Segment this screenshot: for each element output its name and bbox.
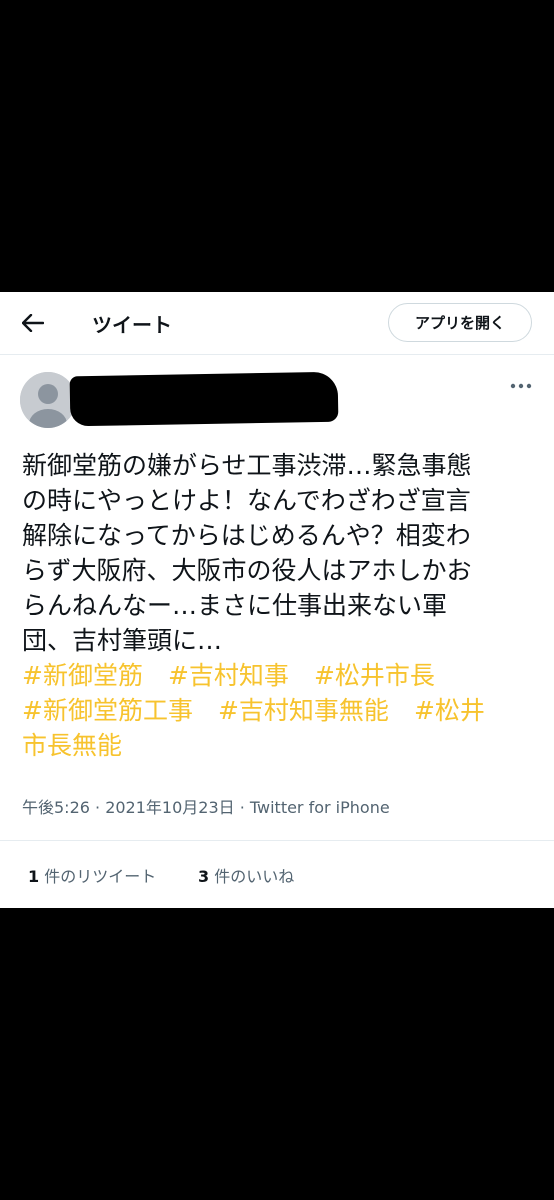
retweet-count-link[interactable]: 1 件のリツイート bbox=[28, 863, 156, 887]
top-bar: ツイート アプリを開く bbox=[0, 292, 554, 355]
tweet-body: 新御堂筋の嫌がらせ工事渋滞…緊急事態 の時にやっとけよ！なんでわざわざ宣言 解除… bbox=[22, 448, 536, 763]
hashtag-link[interactable]: #吉村知事無能 bbox=[218, 696, 389, 725]
hashtag-link[interactable]: #松井 bbox=[414, 696, 485, 725]
like-count: 3 bbox=[198, 867, 210, 886]
hashtag-link[interactable]: #吉村知事 bbox=[168, 661, 289, 690]
hashtag-line: #新御堂筋 #吉村知事 #松井市長 bbox=[22, 658, 536, 693]
open-app-button[interactable]: アプリを開く bbox=[388, 303, 532, 342]
tweet-text-line: 解除になってからはじめるんや？相変わ bbox=[22, 521, 471, 550]
tweet-text-line: の時にやっとけよ！なんでわざわざ宣言 bbox=[22, 486, 471, 515]
default-avatar-icon bbox=[20, 372, 76, 428]
screenshot-page: ツイート アプリを開く 新御堂筋の嫌がらせ工事渋滞…緊急事態 の時にやっとけよ！… bbox=[0, 0, 554, 1200]
avatar[interactable] bbox=[20, 372, 76, 428]
more-options-button[interactable] bbox=[508, 378, 534, 394]
hashtag-link[interactable]: #新御堂筋工事 bbox=[22, 696, 193, 725]
tweet-stats: 1 件のリツイート 3 件のいいね bbox=[0, 840, 554, 908]
back-arrow-icon bbox=[22, 314, 44, 332]
more-dots-icon bbox=[510, 383, 532, 389]
hashtag-link[interactable]: 市長無能 bbox=[22, 731, 122, 760]
tweet-timestamp[interactable]: 午後5:26 · 2021年10月23日 · Twitter for iPhon… bbox=[22, 794, 390, 818]
retweet-label: 件のリツイート bbox=[39, 867, 157, 886]
tweet-text-line: 団、吉村筆頭に… bbox=[22, 626, 223, 655]
back-button[interactable] bbox=[14, 304, 52, 342]
hashtag-line: 市長無能 bbox=[22, 728, 536, 763]
tweet-text-line: らず大阪府、大阪市の役人はアホしかお bbox=[22, 556, 472, 585]
hashtag-line: #新御堂筋工事 #吉村知事無能 #松井 bbox=[22, 693, 536, 728]
like-label: 件のいいね bbox=[209, 867, 295, 886]
tweet-text-line: 新御堂筋の嫌がらせ工事渋滞…緊急事態 bbox=[22, 451, 472, 480]
like-count-link[interactable]: 3 件のいいね bbox=[198, 863, 294, 887]
hashtag-link[interactable]: #新御堂筋 bbox=[22, 661, 143, 690]
page-title: ツイート bbox=[92, 313, 172, 337]
hashtag-link[interactable]: #松井市長 bbox=[314, 661, 435, 690]
tweet-card: ツイート アプリを開く 新御堂筋の嫌がらせ工事渋滞…緊急事態 の時にやっとけよ！… bbox=[0, 292, 554, 908]
tweet-text-line: らんねんなー…まさに仕事出来ない軍 bbox=[22, 591, 448, 620]
retweet-count: 1 bbox=[28, 867, 40, 886]
redacted-username bbox=[69, 371, 339, 427]
